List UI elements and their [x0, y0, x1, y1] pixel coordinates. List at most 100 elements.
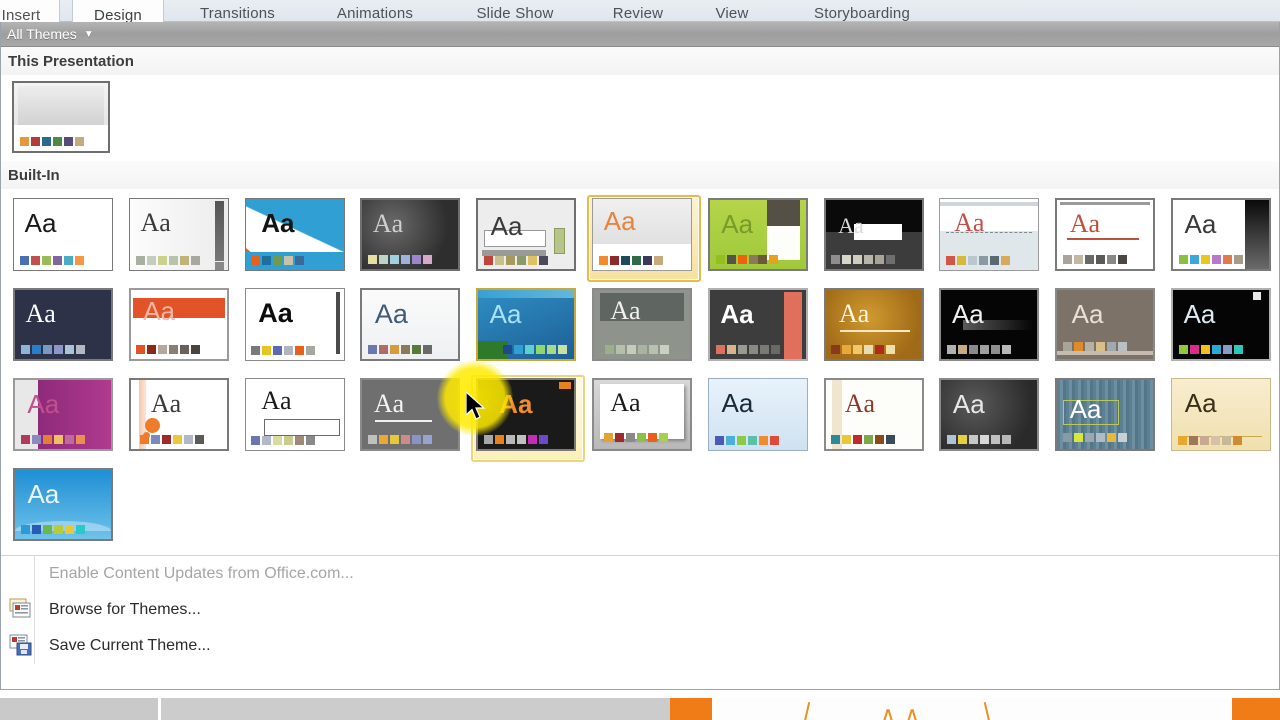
theme-item-metro[interactable]: Aa — [121, 369, 237, 459]
tab-storyboarding[interactable]: Storyboarding — [782, 0, 942, 22]
theme-item-hardcover[interactable]: Aa — [1047, 279, 1163, 369]
theme-item-apex[interactable]: Aa — [352, 189, 468, 279]
theme-aa-sample: Aa — [721, 208, 754, 239]
group-label-built-in: Built-In — [1, 161, 1279, 189]
theme-item-oriel[interactable]: Aa — [584, 369, 700, 459]
theme-aa-sample: Aa — [372, 208, 404, 238]
tab-label: View — [715, 5, 749, 22]
theme-item-adjacency[interactable]: Aa — [121, 189, 237, 279]
tab-transitions[interactable]: Transitions — [175, 0, 300, 22]
menu-item-save-current-theme[interactable]: Save Current Theme... — [1, 628, 1279, 664]
theme-item-module[interactable]: Aa — [237, 369, 353, 459]
theme-item-median[interactable]: Aa — [5, 369, 121, 459]
theme-item-austin[interactable]: Aa — [700, 189, 816, 279]
theme-aa-sample: Aa — [150, 388, 182, 418]
theme-thumbnail: Aa — [360, 197, 461, 271]
theme-item-equity[interactable]: Aa — [352, 279, 468, 369]
theme-thumbnail: Aa — [360, 377, 461, 451]
theme-thumbnail: Aa — [12, 197, 113, 271]
tab-view[interactable]: View — [700, 0, 764, 22]
theme-aa-sample: Aa — [721, 387, 754, 418]
theme-aa-sample: Aa — [261, 207, 295, 238]
theme-thumbnail: Aa — [128, 377, 229, 451]
tab-insert[interactable]: Insert — [0, 0, 60, 24]
theme-item-solstice[interactable]: Aa — [5, 459, 121, 549]
this-presentation-row: Aa — [1, 75, 1279, 159]
all-themes-header[interactable]: All Themes ▼ — [1, 22, 1279, 47]
theme-item-horizon[interactable]: Aa — [1163, 279, 1279, 369]
theme-item-civic[interactable]: Aa — [932, 189, 1048, 279]
theme-thumbnail: Aa — [707, 377, 808, 451]
theme-thumbnail: Aa — [939, 197, 1040, 271]
theme-item-office[interactable]: Aa — [5, 189, 121, 279]
tab-review[interactable]: Review — [595, 0, 681, 22]
strip-slide-canvas — [712, 698, 1232, 720]
theme-aa-sample: Aa — [27, 478, 60, 509]
tab-slide-show[interactable]: Slide Show — [455, 0, 575, 22]
theme-thumbnail: Aa — [707, 287, 808, 361]
theme-aa-sample: Aa — [1184, 387, 1217, 418]
theme-thumbnail: Aa — [476, 287, 577, 361]
theme-item-concourse[interactable]: Aa — [5, 279, 121, 369]
theme-aa-sample: Aa — [261, 386, 292, 416]
tab-animations[interactable]: Animations — [315, 0, 435, 22]
theme-item-foundry[interactable]: Aa — [816, 279, 932, 369]
tab-label: Animations — [336, 5, 414, 22]
theme-item-black-tie[interactable]: Aa — [816, 189, 932, 279]
theme-item-angles[interactable]: Aa — [237, 189, 353, 279]
theme-thumbnail: Aa — [128, 197, 229, 271]
theme-aa-sample: Aa — [954, 207, 985, 237]
theme-gallery-dropdown: All Themes ▼ This Presentation Aa Bu — [0, 22, 1280, 690]
theme-aa-sample: Aa — [1071, 298, 1104, 329]
theme-aa-sample: Aa — [258, 297, 293, 328]
no-icon — [9, 562, 35, 586]
all-themes-label: All Themes — [7, 26, 77, 42]
theme-thumbnail: Aa — [823, 197, 924, 271]
menu-item-browse-for-themes[interactable]: Browse for Themes... — [1, 592, 1279, 628]
theme-thumbnail: Aa — [244, 197, 345, 271]
theme-item-aspect[interactable]: Aa — [584, 189, 701, 282]
theme-item-executive[interactable]: Aa — [584, 279, 700, 369]
theme-item-pushpin[interactable]: Aa — [1047, 369, 1163, 459]
theme-thumbnail: Aa — [12, 287, 113, 361]
theme-item-composite[interactable]: Aa — [1163, 189, 1279, 279]
theme-aa-sample: Aa — [27, 388, 60, 419]
menu-item-enable-content-updates[interactable]: Enable Content Updates from Office.com..… — [1, 556, 1279, 592]
theme-item-grid[interactable]: Aa — [932, 279, 1048, 369]
theme-thumbnail: Aa — [12, 377, 113, 451]
theme-item-origin[interactable]: Aa — [700, 369, 816, 459]
strip-panel-mid — [160, 698, 670, 720]
theme-item-slipstream[interactable]: Aa — [1163, 369, 1279, 459]
theme-aa-sample: Aa — [610, 296, 641, 326]
theme-item-elemental[interactable]: Aa — [237, 279, 353, 369]
theme-item-flow[interactable]: Aa — [700, 279, 816, 369]
theme-thumbnail: Aa — [1055, 197, 1156, 271]
built-in-row-1: Aa Aa Aa Aa Aa Aa Aa Aa Aa Aa Aa — [1, 189, 1279, 282]
built-in-row-4: Aa — [1, 459, 1279, 549]
tab-label: Storyboarding — [814, 5, 910, 22]
theme-aa-sample: Aa — [720, 298, 754, 329]
theme-item-essential[interactable]: Aa — [468, 279, 584, 369]
strip-accent-left — [670, 698, 712, 720]
theme-aa-sample: Aa — [373, 388, 405, 418]
theme-thumbnail: Aa — [1055, 377, 1156, 451]
theme-aa-sample: Aa — [951, 298, 984, 329]
theme-thumbnail: Aa — [476, 377, 577, 451]
theme-thumbnail: Aa — [1055, 287, 1156, 361]
theme-item-office-current[interactable]: Aa — [5, 75, 117, 159]
gallery-menu: Enable Content Updates from Office.com..… — [1, 556, 1279, 664]
theme-item-paper[interactable]: Aa — [816, 369, 932, 459]
tab-label: Slide Show — [476, 5, 554, 22]
theme-item-couture[interactable]: Aa — [121, 279, 237, 369]
theme-aa-sample: Aa — [839, 298, 870, 328]
theme-aa-sample: Aa — [490, 211, 523, 242]
ribbon-tab-strip: Insert Design Transitions Animations Sli… — [0, 0, 1280, 24]
theme-item-clarity[interactable]: Aa — [1047, 189, 1163, 279]
tab-design[interactable]: Design — [72, 0, 164, 24]
theme-item-newsprint[interactable]: Aa — [352, 369, 468, 459]
menu-item-label: Save Current Theme... — [49, 637, 211, 654]
theme-item-apothecary[interactable]: Aa — [468, 189, 584, 279]
theme-thumbnail: Aa — [591, 287, 692, 361]
theme-thumbnail: Aa — [591, 197, 692, 271]
theme-item-perspective[interactable]: Aa — [932, 369, 1048, 459]
